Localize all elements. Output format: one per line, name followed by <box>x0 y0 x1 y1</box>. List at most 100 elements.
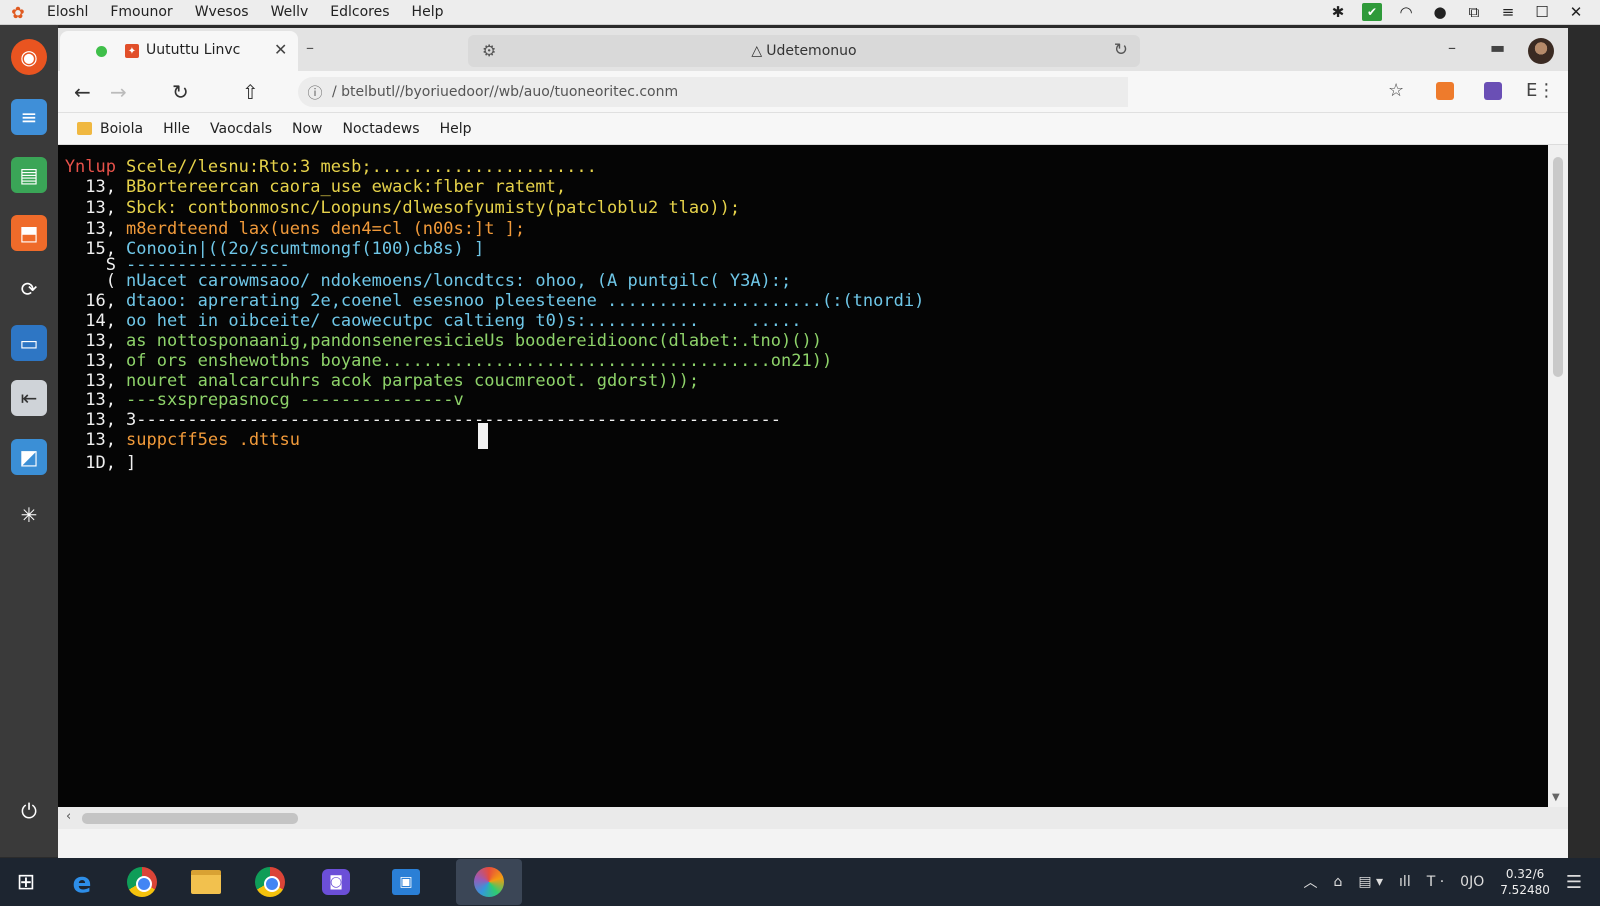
screenshot-icon[interactable]: ⧉ <box>1464 3 1484 21</box>
back-arrow-icon[interactable]: ← <box>74 80 91 104</box>
folder-icon <box>77 122 92 135</box>
taskbar-tray: ︿ ⌂ ▤ ▾ ıll T · 0JO 0.32/6 7.52480 ☰ <box>1303 858 1600 906</box>
menu-item[interactable]: Wellv <box>260 4 320 20</box>
file-explorer-icon[interactable] <box>188 864 224 900</box>
menu-item[interactable]: Help <box>401 4 455 20</box>
monitor-icon[interactable]: ▭ <box>11 325 47 361</box>
terminal-line: (nUacet carowmsaoo/ ndokemoens/loncdtcs:… <box>105 271 792 291</box>
menu-item[interactable]: Eloshl <box>36 4 99 20</box>
terminal-line: 13, nouret analcarcuhrs acok parpates cou… <box>85 371 700 391</box>
chevron-up-icon[interactable]: ︿ <box>1303 872 1317 892</box>
bookmark-star-icon[interactable]: ☆ <box>1388 80 1404 101</box>
vertical-scrollbar[interactable]: ▼ <box>1548 145 1568 807</box>
terminal-line: 13, Sbck: contbonmosnc/Loopuns/dlwesofyum… <box>85 198 741 218</box>
bookmark-item[interactable]: Now <box>282 121 333 137</box>
terminal-line: 13, of ors enshewotbns boyane............… <box>85 351 833 371</box>
power-icon[interactable]: ⏻ <box>11 793 47 829</box>
new-tab-icon[interactable]: – <box>306 38 314 57</box>
network-icon[interactable]: ⌂ <box>1333 874 1342 890</box>
hamburger-menu-icon[interactable]: ≡ <box>1498 3 1518 21</box>
launcher-dock: ◉ ≡ ▤ ⬒ ⟳ ▭ ⇤ ◩ ✳ ⏻ <box>0 25 58 857</box>
text-editor-icon[interactable]: ≡ <box>11 99 47 135</box>
bookmark-item[interactable]: Noctadews <box>333 121 430 137</box>
bookmark-item[interactable]: Boiola <box>100 121 153 137</box>
clock-time: 0.32/6 <box>1505 867 1545 881</box>
tab-title: Uututtu Linvc <box>146 42 241 58</box>
spreadsheet-icon[interactable]: ▤ <box>11 157 47 193</box>
chrome-icon[interactable] <box>252 864 288 900</box>
menu-item[interactable]: Wvesos <box>184 4 260 20</box>
scroll-down-icon[interactable]: ▼ <box>1552 792 1560 803</box>
tab-strip: ✦ Uututtu Linvc ✕ – ⚙ △ Udetemonuo ↻ – ▬ <box>58 28 1568 71</box>
display-icon[interactable]: ▤ ▾ <box>1358 874 1383 890</box>
horizontal-scrollbar[interactable]: ‹ <box>58 807 1568 829</box>
terminal-line: 13, as nottosponaanig,pandonseneresicieUs… <box>85 331 822 351</box>
notifications-icon[interactable]: ☰ <box>1566 872 1582 893</box>
terminal-line: 13, 3------------------------------------… <box>85 410 782 430</box>
bookmark-item[interactable]: Vaocdals <box>200 121 282 137</box>
browser-menu-icon[interactable]: E⋮ <box>1526 80 1555 101</box>
status-dot-icon <box>96 46 107 57</box>
forward-arrow-icon[interactable]: → <box>110 80 127 104</box>
clock[interactable]: 0.32/6 7.52480 <box>1500 866 1550 898</box>
extension-shield-icon[interactable] <box>1484 82 1502 100</box>
restore-icon[interactable]: ▬ <box>1490 38 1505 57</box>
window-search-text: Udetemonuo <box>766 43 857 59</box>
share-icon[interactable]: ⇧ <box>242 80 259 104</box>
chrome-icon[interactable] <box>124 864 160 900</box>
files-icon[interactable]: ⇤ <box>11 380 47 416</box>
app-logo-icon[interactable]: ✿ <box>0 3 36 22</box>
url-text: / btelbutl//byoriuedoor//wb/auo/tuoneori… <box>332 84 679 100</box>
window-search-box[interactable]: ⚙ △ Udetemonuo ↻ <box>468 35 1140 67</box>
terminal-line: 13, BBortereercan caora_use ewack:flber r… <box>85 177 567 197</box>
browser-window: ✦ Uututtu Linvc ✕ – ⚙ △ Udetemonuo ↻ – ▬… <box>58 28 1568 858</box>
terminal-line: 13, m8erdteend lax(uens den4=cl (n00s:]t … <box>85 219 526 239</box>
wifi-icon[interactable]: ◠ <box>1396 3 1416 21</box>
warning-icon: △ <box>751 43 763 59</box>
camera-app-icon[interactable]: ◙ <box>318 864 354 900</box>
menu-item[interactable]: Fmounor <box>99 4 183 20</box>
tab-close-icon[interactable]: ✕ <box>274 40 287 59</box>
bookmark-item[interactable]: Help <box>430 121 482 137</box>
top-menu-bar: ✿ Eloshl Fmounor Wvesos Wellv Edlcores H… <box>0 0 1600 25</box>
sync-icon[interactable]: ⟳ <box>11 271 47 307</box>
reload-icon[interactable]: ↻ <box>172 80 189 104</box>
terminal-output[interactable]: Ynlup Scele//lesnu:Rto:3 mesb;...........… <box>58 145 1548 807</box>
image-viewer-icon[interactable]: ◩ <box>11 439 47 475</box>
text-cursor <box>478 423 488 449</box>
scrollbar-thumb[interactable] <box>82 813 298 824</box>
photos-app-icon[interactable] <box>456 859 522 905</box>
close-icon[interactable]: ✕ <box>1566 3 1586 21</box>
terminal-line: 13, ---sxsprepasnocg ---------------v <box>85 390 464 410</box>
address-bar[interactable]: ⓘ / btelbutl//byoriuedoor//wb/auo/tuoneo… <box>298 77 1128 107</box>
menu-item[interactable]: Edlcores <box>319 4 400 20</box>
taskbar: ⊞ e ◙ ▣ ︿ ⌂ ▤ ▾ ıll T · 0JO 0.32/6 7.524… <box>0 858 1600 906</box>
terminal-line: 1D,] <box>85 453 137 473</box>
volume-icon[interactable]: ıll <box>1399 874 1411 890</box>
store-icon[interactable]: ▣ <box>388 864 424 900</box>
extension-icon[interactable] <box>1436 82 1454 100</box>
settings-gear-icon[interactable]: ⚙ <box>482 41 496 60</box>
scroll-left-icon[interactable]: ‹ <box>66 809 71 824</box>
windows-start-icon[interactable]: ⊞ <box>8 864 44 900</box>
ubuntu-logo-icon[interactable]: ◉ <box>11 39 47 75</box>
terminal-line: 14, oo het in oibceite/ caowecutpc caltie… <box>85 311 802 331</box>
loading-icon[interactable]: ✳ <box>11 497 47 533</box>
maximize-icon[interactable]: ☐ <box>1532 3 1552 21</box>
edge-browser-icon[interactable]: e <box>64 864 100 900</box>
pen-icon[interactable]: T · <box>1427 874 1444 890</box>
language-indicator[interactable]: 0JO <box>1460 874 1484 890</box>
puzzle-icon[interactable]: ✱ <box>1328 3 1348 21</box>
software-center-icon[interactable]: ⬒ <box>11 215 47 251</box>
navigation-bar: ← → ↻ ⇧ ⓘ / btelbutl//byoriuedoor//wb/au… <box>58 71 1568 113</box>
site-info-icon[interactable]: ⓘ <box>298 82 332 103</box>
bookmark-item[interactable]: Hlle <box>153 121 200 137</box>
avatar[interactable] <box>1528 38 1554 64</box>
update-icon[interactable]: ● <box>1430 3 1450 21</box>
refresh-icon[interactable]: ↻ <box>1114 40 1128 60</box>
clock-date: 7.52480 <box>1500 883 1550 897</box>
scrollbar-thumb[interactable] <box>1553 157 1563 377</box>
minimize-icon[interactable]: – <box>1448 38 1456 57</box>
checkmark-icon[interactable]: ✔ <box>1362 3 1382 21</box>
browser-tab[interactable]: ✦ Uututtu Linvc ✕ <box>60 31 298 71</box>
